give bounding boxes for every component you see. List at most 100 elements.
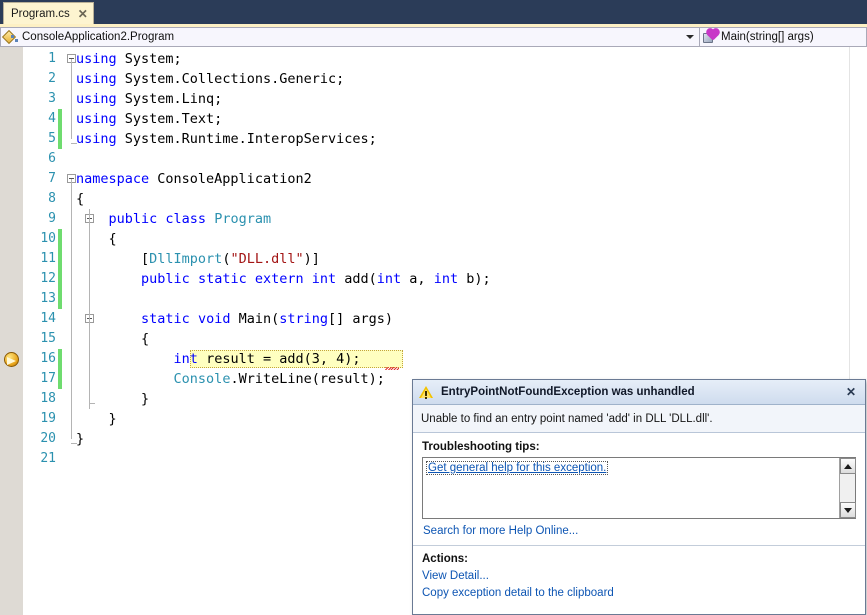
line-number: 5: [48, 131, 56, 146]
code-token: [: [76, 251, 150, 267]
type-dropdown[interactable]: ConsoleApplication2.Program: [0, 27, 700, 47]
change-bar: [58, 69, 62, 89]
type-dropdown-value: ConsoleApplication2.Program: [22, 31, 175, 43]
code-line[interactable]: 14 static void Main(string[] args): [0, 309, 867, 329]
code-token: using: [76, 91, 125, 107]
code-text: Console.WriteLine(result);: [76, 369, 385, 389]
search-help-online-link[interactable]: Search for more Help Online...: [423, 525, 856, 537]
code-line[interactable]: 2 using System.Collections.Generic;: [0, 69, 867, 89]
change-bar: [58, 369, 62, 389]
code-text: using System;: [76, 49, 182, 69]
code-token: using: [76, 111, 125, 127]
member-dropdown-value: Main(string[] args): [721, 31, 814, 43]
code-token: Console: [173, 371, 231, 387]
scroll-down-icon[interactable]: [840, 502, 856, 518]
scroll-up-icon[interactable]: [840, 458, 856, 474]
code-line[interactable]: 7 namespace ConsoleApplication2: [0, 169, 867, 189]
code-token: add(: [344, 271, 377, 287]
code-token: a,: [409, 271, 434, 287]
code-line[interactable]: 6: [0, 149, 867, 169]
code-text: using System.Linq;: [76, 89, 222, 109]
tip-link-general-help[interactable]: Get general help for this exception.: [426, 461, 609, 475]
code-text: public static extern int add(int a, int …: [76, 269, 491, 289]
line-number: 3: [48, 91, 56, 106]
code-token: int: [376, 271, 410, 287]
line-number: 17: [40, 371, 56, 386]
line-number: 11: [40, 251, 56, 266]
code-line[interactable]: 10 {: [0, 229, 867, 249]
line-number: 8: [48, 191, 56, 206]
code-line[interactable]: 3 using System.Linq;: [0, 89, 867, 109]
code-text: static void Main(string[] args): [76, 309, 393, 329]
editor-navigation-bar: ConsoleApplication2.Program Main(string[…: [0, 27, 867, 47]
class-icon: [1, 29, 19, 45]
close-icon[interactable]: ✕: [841, 382, 861, 402]
copy-exception-detail-link[interactable]: Copy exception detail to the clipboard: [422, 587, 856, 599]
code-line[interactable]: 11 [DllImport("DLL.dll")]: [0, 249, 867, 269]
change-bar: [58, 449, 62, 469]
code-line[interactable]: 9 public class Program: [0, 209, 867, 229]
code-token: public: [141, 271, 198, 287]
actions-section: Actions: View Detail... Copy exception d…: [422, 546, 856, 599]
view-detail-link[interactable]: View Detail...: [422, 570, 856, 582]
change-bar: [58, 209, 62, 229]
tips-scrollbar[interactable]: [839, 458, 856, 518]
troubleshooting-tips-heading: Troubleshooting tips:: [422, 441, 540, 453]
code-token: extern: [254, 271, 312, 287]
code-token: public: [108, 211, 166, 227]
line-number: 21: [40, 451, 56, 466]
change-bar: [58, 349, 62, 369]
code-token: int: [311, 271, 345, 287]
code-token: int: [173, 351, 207, 367]
code-token: static: [197, 271, 255, 287]
code-token: void: [197, 311, 239, 327]
code-token: "DLL.dll": [230, 251, 304, 267]
code-token: System.Runtime.InteropServices;: [124, 131, 377, 147]
chevron-down-icon[interactable]: [682, 35, 697, 39]
code-line[interactable]: 5 using System.Runtime.InteropServices;: [0, 129, 867, 149]
code-token: Program: [214, 211, 272, 227]
code-token: }: [76, 411, 117, 427]
exception-assistant-dialog[interactable]: EntryPointNotFoundException was unhandle…: [412, 379, 866, 615]
tab-program-cs[interactable]: Program.cs ✕: [3, 2, 94, 24]
code-token: ConsoleApplication2: [157, 171, 312, 187]
code-line[interactable]: 15 {: [0, 329, 867, 349]
code-line[interactable]: 8{: [0, 189, 867, 209]
line-number: 20: [40, 431, 56, 446]
exception-title: EntryPointNotFoundException was unhandle…: [441, 386, 695, 398]
code-line[interactable]: 13: [0, 289, 867, 309]
code-line[interactable]: 16 int result = add(3, 4);: [0, 349, 867, 370]
code-line[interactable]: 1 using System;: [0, 49, 867, 69]
change-bar: [58, 329, 62, 349]
close-icon[interactable]: ✕: [78, 8, 88, 20]
change-bar: [58, 49, 62, 69]
line-number: 15: [40, 331, 56, 346]
exception-message: Unable to find an entry point named 'add…: [413, 405, 865, 433]
code-text: using System.Text;: [76, 109, 222, 129]
code-text: using System.Collections.Generic;: [76, 69, 344, 89]
code-text: }: [76, 389, 149, 409]
line-number: 2: [48, 71, 56, 86]
code-line[interactable]: 12 public static extern int add(int a, i…: [0, 269, 867, 289]
troubleshooting-tips-box[interactable]: Get general help for this exception.: [422, 457, 856, 519]
change-bar: [58, 229, 62, 249]
code-line[interactable]: 4 using System.Text;: [0, 109, 867, 129]
code-text: }: [76, 429, 84, 449]
change-bar: [58, 289, 62, 309]
code-token: )]: [303, 251, 320, 267]
code-token: System.Text;: [124, 111, 223, 127]
line-number: 12: [40, 271, 56, 286]
code-text: using System.Runtime.InteropServices;: [76, 129, 377, 149]
code-token: using: [76, 131, 125, 147]
code-token: {: [76, 231, 117, 247]
code-token: int: [433, 271, 467, 287]
code-text: {: [76, 229, 117, 249]
line-number: 6: [48, 151, 56, 166]
line-number: 7: [48, 171, 56, 186]
method-icon: [703, 29, 719, 44]
member-dropdown[interactable]: Main(string[] args): [700, 27, 867, 47]
code-token: using: [76, 71, 125, 87]
